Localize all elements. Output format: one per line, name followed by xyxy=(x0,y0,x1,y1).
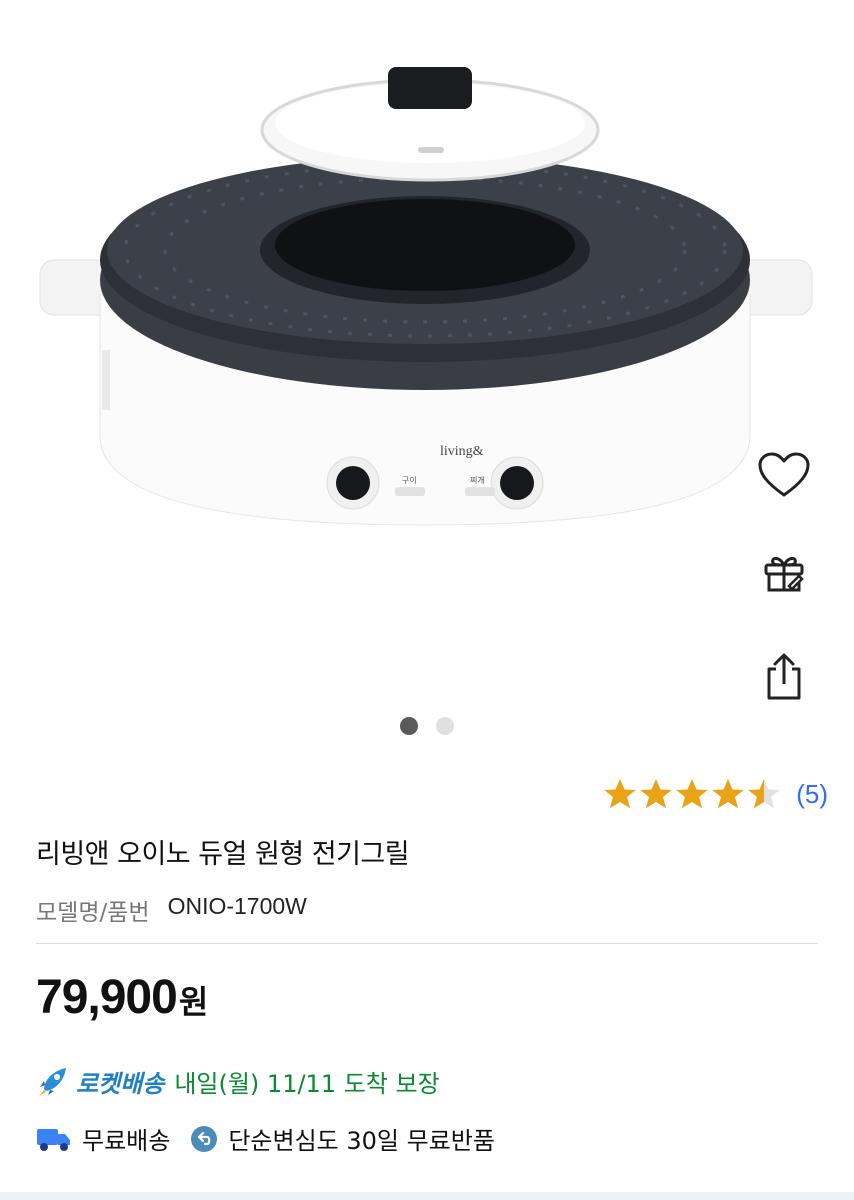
gallery-dot-2[interactable] xyxy=(436,717,454,735)
delivery-eta: 내일(월) 11/11 도착 보장 xyxy=(174,1069,440,1098)
model-label: 모델명/품번 xyxy=(36,900,150,926)
return-policy-label: 단순변심도 30일 무료반품 xyxy=(228,1127,495,1155)
gallery-pagination xyxy=(0,717,854,735)
knob-right-label: 찌개 xyxy=(470,475,485,485)
model-info: 모델명/품번 ONIO-1700W xyxy=(36,893,307,927)
free-shipping-label: 무료배송 xyxy=(82,1127,171,1155)
benefits: 무료배송 단순변심도 30일 무료반품 xyxy=(36,1121,495,1156)
product-image[interactable]: living& 구이 찌개 xyxy=(30,55,820,575)
gallery-dot-1[interactable] xyxy=(400,717,418,735)
share-icon xyxy=(767,653,801,700)
gift-button[interactable] xyxy=(754,543,814,603)
star-icon xyxy=(676,779,708,809)
return-icon xyxy=(191,1125,218,1152)
price: 79,900 원 xyxy=(36,970,208,1025)
review-count[interactable]: (5) xyxy=(796,779,828,810)
rocket-label: 로켓배송 xyxy=(76,1069,165,1098)
favorite-button[interactable] xyxy=(754,445,814,505)
star-icon xyxy=(604,779,636,809)
heart-icon xyxy=(758,452,810,497)
rocket-delivery: 로켓배송 내일(월) 11/11 도착 보장 xyxy=(36,1063,440,1099)
gift-icon xyxy=(764,556,804,592)
product-title: 리빙앤 오이노 듀얼 원형 전기그릴 xyxy=(36,839,410,870)
product-rating[interactable]: (5) xyxy=(602,776,828,812)
share-button[interactable] xyxy=(754,647,814,707)
product-gallery[interactable]: living& 구이 찌개 xyxy=(0,0,854,760)
star-icon xyxy=(640,779,672,809)
star-half-icon xyxy=(748,779,780,809)
price-unit: 원 xyxy=(178,983,209,1021)
brand-logo: living& xyxy=(440,444,484,459)
star-icon xyxy=(712,779,744,809)
bottom-strip xyxy=(0,1192,854,1200)
knob-left-label: 구이 xyxy=(402,475,417,485)
divider xyxy=(36,943,818,944)
truck-icon xyxy=(37,1128,70,1151)
rocket-icon xyxy=(39,1068,66,1096)
price-amount: 79,900 xyxy=(36,971,178,1024)
model-value: ONIO-1700W xyxy=(167,893,307,919)
